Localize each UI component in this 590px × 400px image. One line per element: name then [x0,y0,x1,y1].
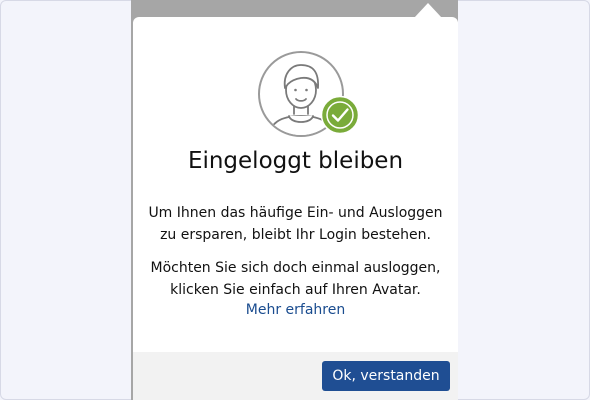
confirm-button[interactable]: Ok, verstanden [322,361,450,391]
dialog-footer: Ok, verstanden [133,352,458,400]
checkmark-badge [320,95,360,135]
dialog-description: Um Ihnen das häufige Ein- und Ausloggen … [148,205,443,243]
dialog-title: Eingeloggt bleiben [187,148,404,174]
learn-more-link[interactable]: Mehr erfahren [133,301,458,319]
popover-pointer [414,3,442,18]
checkmark-badge-icon [320,95,360,135]
dialog-logout-hint: Möchten Sie sich doch einmal ausloggen, … [150,260,441,298]
stay-logged-in-dialog: Eingeloggt bleiben Um Ihnen das häufige … [133,17,458,400]
